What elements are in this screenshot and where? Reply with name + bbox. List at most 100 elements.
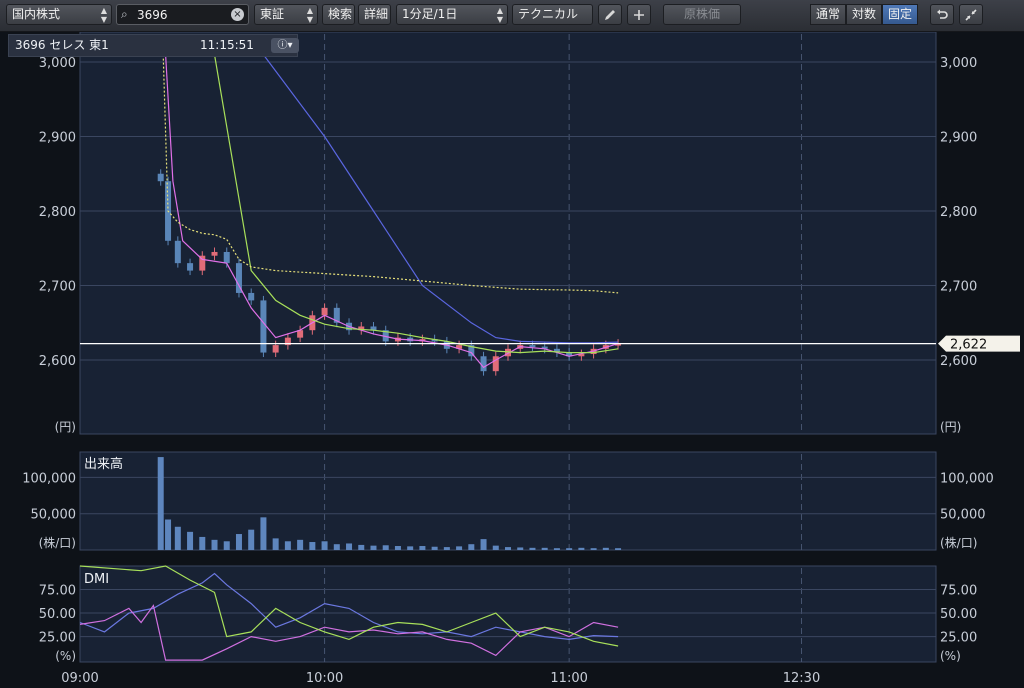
info-dropdown-icon[interactable]: ⓘ▾: [271, 38, 299, 53]
volume-bar: [553, 548, 560, 550]
undo-icon[interactable]: [930, 4, 954, 25]
time-axis-label: 10:00: [306, 671, 343, 686]
volume-title: 出来高: [84, 456, 123, 472]
volume-bar: [602, 547, 609, 550]
chart-canvas[interactable]: 3,000 3,000 2,900 2,900 2,800 2,800 2,700 2,700…: [0, 32, 1024, 688]
time-axis-label: 09:00: [61, 671, 98, 686]
volume-bar: [358, 544, 365, 550]
collapse-icon[interactable]: [959, 4, 983, 25]
volume-axis-label-left: 100,000: [22, 471, 76, 486]
dmi-unit-label-right: (%): [940, 649, 961, 663]
volume-bar: [333, 544, 340, 550]
symbol-search[interactable]: ⌕ ×: [116, 4, 249, 25]
volume-bar: [492, 545, 499, 550]
search-button[interactable]: 検索: [322, 4, 355, 25]
dmi-axis-label-left: 75.00: [39, 584, 76, 599]
volume-axis-label-right: 100,000: [940, 471, 994, 486]
price-axis-label-left: 2,700: [39, 280, 76, 295]
mode-normal-button[interactable]: 通常: [810, 4, 847, 25]
volume-bar: [211, 539, 218, 550]
symbol-input[interactable]: [137, 6, 227, 23]
candle-body: [157, 173, 164, 182]
volume-bar: [157, 457, 164, 550]
volume-bar: [578, 547, 585, 550]
price-axis-label-right: 2,800: [940, 205, 977, 220]
time-label: 11:15:51: [200, 38, 254, 52]
price-unit-label-left: (円): [55, 420, 76, 434]
volume-bar: [615, 548, 622, 550]
clear-icon[interactable]: ×: [231, 8, 244, 21]
volume-bar: [199, 536, 206, 550]
volume-axis-label-left: 50,000: [31, 508, 77, 523]
mode-fixed-button[interactable]: 固定: [882, 4, 919, 25]
candle-body: [174, 240, 181, 264]
volume-bar: [541, 547, 548, 550]
market-select[interactable]: 国内株式 ▲ ▼: [6, 4, 112, 25]
dmi-axis-label-right: 25.00: [940, 631, 977, 646]
price-axis-label-left: 2,600: [39, 354, 76, 369]
volume-bar: [165, 519, 172, 550]
current-price-label: 2,622: [950, 338, 987, 353]
price-axis-label-right: 2,700: [940, 280, 977, 295]
adjusted-price-button[interactable]: 原株価: [663, 4, 741, 25]
volume-bar: [468, 544, 475, 550]
candle-body: [529, 345, 536, 348]
volume-bar: [407, 546, 414, 550]
volume-bar: [419, 546, 426, 550]
volume-panel: [79, 451, 937, 551]
exchange-select[interactable]: 東証 ▲ ▼: [254, 4, 318, 25]
price-axis-label-right: 3,000: [940, 56, 977, 71]
volume-bar: [272, 538, 279, 550]
dmi-axis-label-right: 75.00: [940, 584, 977, 599]
volume-bar: [370, 545, 377, 550]
dmi-unit-label-left: (%): [55, 649, 76, 663]
technical-button[interactable]: テクニカル: [512, 4, 593, 25]
volume-bar: [187, 531, 194, 550]
candle-body: [260, 300, 267, 353]
price-axis-label-right: 2,600: [940, 354, 977, 369]
candle-body: [321, 307, 328, 316]
interval-select[interactable]: 1分足/1日 ▲ ▼: [396, 4, 508, 25]
volume-bar: [321, 541, 328, 550]
dmi-axis-label-left: 25.00: [39, 631, 76, 646]
price-axis-label-right: 2,900: [940, 131, 977, 146]
select-arrows-icon: ▲ ▼: [100, 6, 107, 24]
exchange-select-label: 東証: [260, 7, 285, 21]
mode-log-button[interactable]: 対数: [846, 4, 883, 25]
chart-area[interactable]: 3,000 3,000 2,900 2,900 2,800 2,800 2,700 2,700…: [0, 32, 1024, 688]
market-select-label: 国内株式: [12, 7, 61, 21]
volume-bar: [235, 534, 242, 550]
volume-bar: [590, 548, 597, 550]
symbol-info-bar: 3696 セレス 東1 11:15:51 ⓘ▾: [8, 34, 299, 57]
dmi-title: DMI: [84, 572, 109, 587]
time-axis-label: 12:30: [783, 671, 820, 686]
candle-body: [248, 292, 255, 301]
volume-bar: [394, 546, 401, 550]
select-arrows-icon: ▲ ▼: [306, 6, 313, 24]
candle-body: [211, 251, 218, 256]
volume-axis-label-right: 50,000: [940, 508, 986, 523]
volume-bar: [223, 541, 230, 550]
plus-icon[interactable]: [627, 4, 651, 25]
volume-bar: [517, 547, 524, 550]
volume-bar: [456, 546, 463, 550]
price-axis-label-left: 3,000: [39, 56, 76, 71]
ticker-label: 3696 セレス 東1: [15, 38, 109, 52]
dmi-panel: [79, 565, 937, 663]
interval-select-label: 1分足/1日: [402, 7, 458, 21]
detail-button[interactable]: 詳細: [358, 4, 391, 25]
volume-bar: [529, 547, 536, 550]
volume-bar: [505, 547, 511, 550]
pencil-icon[interactable]: [598, 4, 622, 25]
volume-bar: [260, 517, 267, 550]
time-axis-label: 11:00: [550, 671, 587, 686]
candle-body: [480, 356, 487, 372]
volume-bar: [174, 526, 181, 550]
price-panel: [79, 32, 937, 435]
scale-mode-group: 通常 対数 固定: [810, 4, 919, 25]
candle-body: [272, 345, 279, 353]
volume-bar: [480, 539, 487, 550]
dmi-axis-label-left: 50.00: [39, 607, 76, 622]
volume-bar: [309, 542, 316, 550]
volume-bar: [443, 547, 450, 550]
